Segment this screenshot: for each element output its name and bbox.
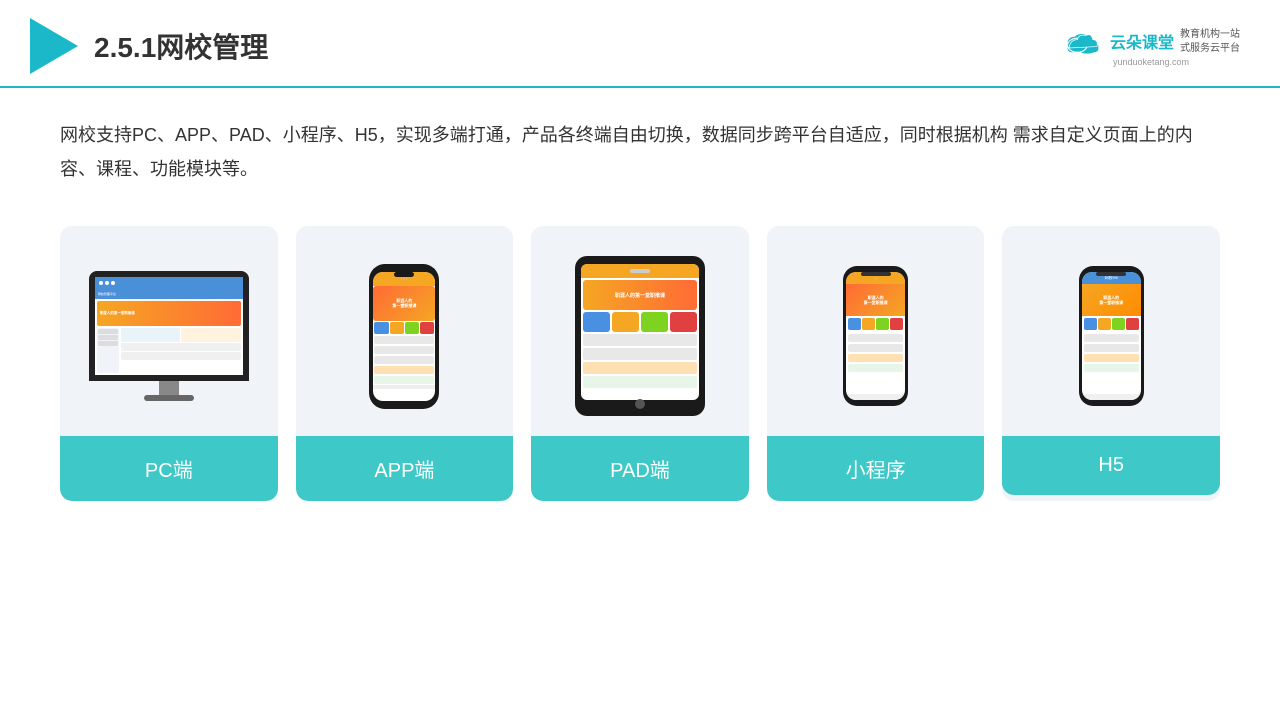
miniprogram-screen: ··· 职涯人的第一堂职推课 [846,272,905,400]
brand-logo: 云朵课堂 教育机构一站 式服务云平台 [1062,26,1240,56]
pc-image-area: 网校管理平台 职涯人的第一堂职推课 [60,226,278,436]
page-title: 2.5.1网校管理 [94,26,268,66]
miniprogram-card: ··· 职涯人的第一堂职推课 [767,226,985,501]
description-text: 网校支持PC、APP、PAD、小程序、H5，实现多端打通，产品各终端自由切换，数… [60,118,1220,186]
h5-label: H5 [1002,436,1220,495]
pc-card: 网校管理平台 职涯人的第一堂职推课 [60,226,278,501]
monitor-frame: 网校管理平台 职涯人的第一堂职推课 [89,271,249,381]
brand-url: yunduoketang.com [1113,57,1189,67]
h5-image-area: 网校H5 职涯人的第一堂职推课 [1002,226,1220,436]
h5-phone-icon: 网校H5 职涯人的第一堂职推课 [1079,266,1144,406]
pc-label: PC端 [60,436,278,501]
cloud-icon [1062,27,1104,55]
app-phone-screen: · · · 职涯人的第一堂职推课 [373,272,435,401]
pad-tablet-screen: 职涯人的第一堂职推课 [581,264,699,400]
pc-monitor-icon: 网校管理平台 职涯人的第一堂职推课 [89,271,249,401]
app-card: · · · 职涯人的第一堂职推课 [296,226,514,501]
app-image-area: · · · 职涯人的第一堂职推课 [296,226,514,436]
app-phone-icon: · · · 职涯人的第一堂职推课 [369,264,439,409]
pad-label: PAD端 [531,436,749,501]
pad-card: 职涯人的第一堂职推课 [531,226,749,501]
content-area: 网校支持PC、APP、PAD、小程序、H5，实现多端打通，产品各终端自由切换，数… [0,88,1280,531]
brand-name: 云朵课堂 [1110,29,1174,53]
pad-image-area: 职涯人的第一堂职推课 [531,226,749,436]
cards-row: 网校管理平台 职涯人的第一堂职推课 [60,226,1220,501]
miniprogram-label: 小程序 [767,436,985,501]
logo-triangle-icon [30,18,78,74]
miniprogram-phone-icon: ··· 职涯人的第一堂职推课 [843,266,908,406]
brand-slogan: 教育机构一站 式服务云平台 [1180,28,1240,56]
brand-area: 云朵课堂 教育机构一站 式服务云平台 yunduoketang.com [1062,26,1240,67]
pad-tablet-icon: 职涯人的第一堂职推课 [575,256,705,416]
app-label: APP端 [296,436,514,501]
h5-card: 网校H5 职涯人的第一堂职推课 [1002,226,1220,501]
monitor-screen: 网校管理平台 职涯人的第一堂职推课 [95,277,243,375]
miniprogram-image-area: ··· 职涯人的第一堂职推课 [767,226,985,436]
header: 2.5.1网校管理 云朵课堂 教育机构一站 式服务云平台 yunduoketan… [0,0,1280,88]
h5-screen: 网校H5 职涯人的第一堂职推课 [1082,272,1141,400]
header-left: 2.5.1网校管理 [30,18,268,74]
